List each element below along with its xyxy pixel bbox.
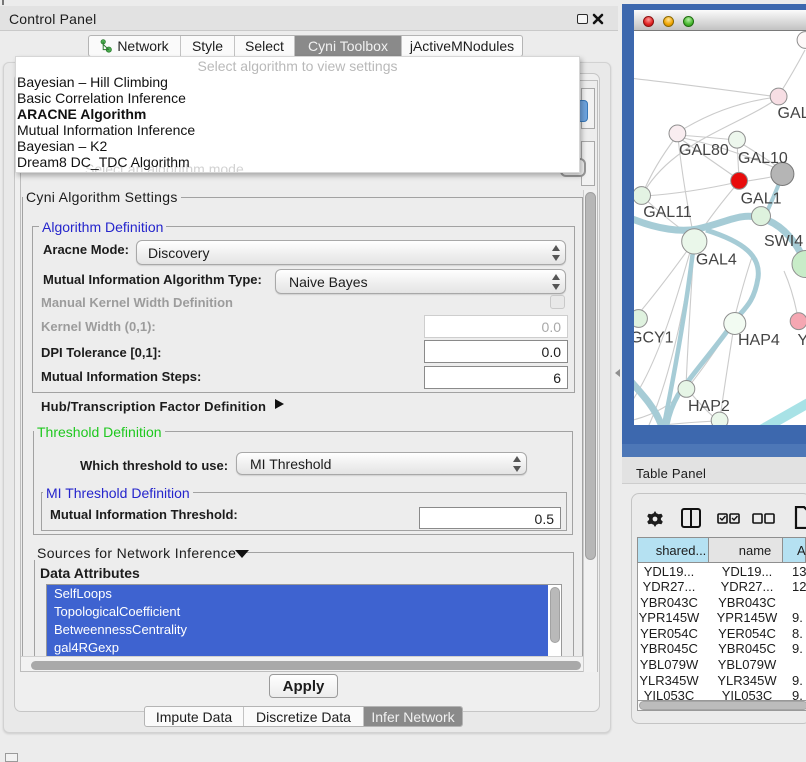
svg-text:HAP2: HAP2 <box>688 398 730 415</box>
svg-text:GAL1: GAL1 <box>741 191 782 208</box>
svg-text:GAL10: GAL10 <box>738 150 788 167</box>
svg-text:HAP4: HAP4 <box>738 332 780 349</box>
svg-text:GAL11: GAL11 <box>643 204 692 221</box>
svg-text:GAL4: GAL4 <box>696 252 737 269</box>
svg-text:Y: Y <box>798 332 806 349</box>
svg-text:GAL: GAL <box>778 105 806 122</box>
svg-text:GAL80: GAL80 <box>679 142 729 159</box>
svg-text:GCY1: GCY1 <box>634 330 674 347</box>
svg-text:SWI4: SWI4 <box>764 233 803 250</box>
